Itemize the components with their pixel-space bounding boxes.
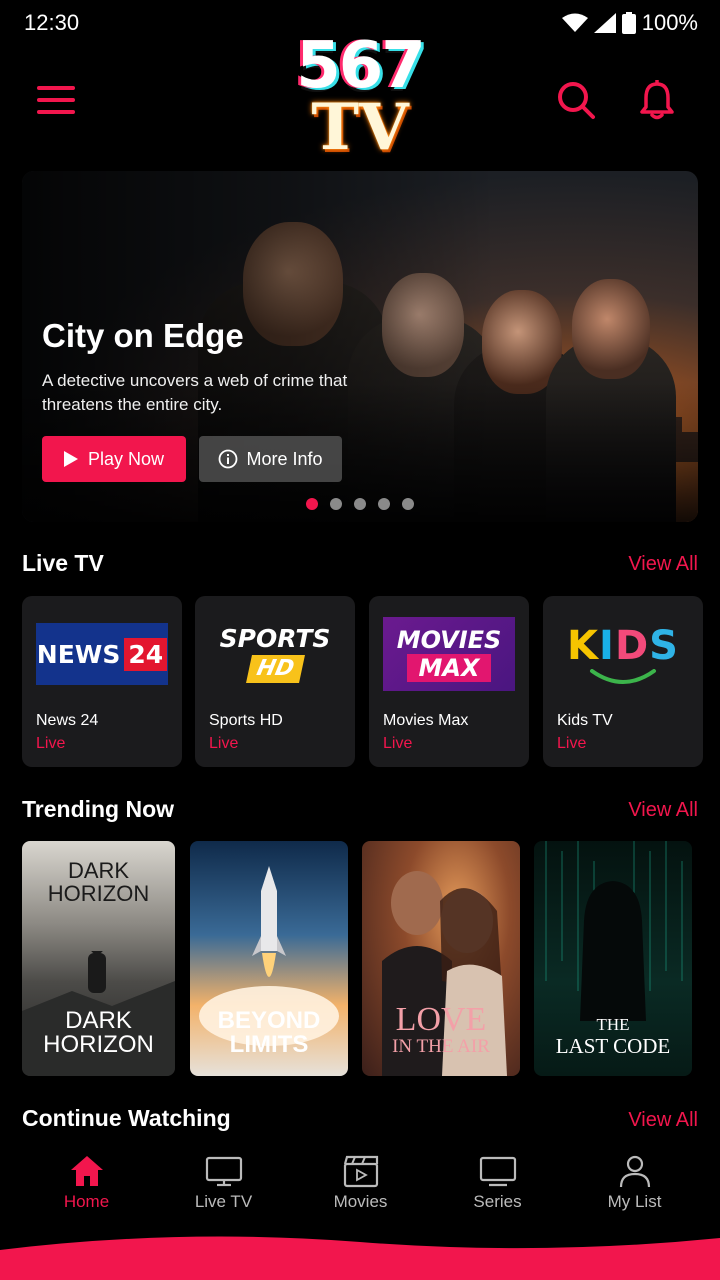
- logo-line-1: 567: [296, 29, 426, 103]
- continue-watching-view-all-link[interactable]: View All: [628, 1109, 698, 1132]
- trending-view-all-link[interactable]: View All: [628, 799, 698, 822]
- more-info-button[interactable]: More Info: [199, 436, 342, 482]
- search-icon: [558, 82, 595, 119]
- nav-item-home[interactable]: Home: [18, 1146, 155, 1236]
- battery-percent: 100%: [641, 10, 698, 35]
- channel-card-news-24[interactable]: NEWS 24 News 24 Live: [22, 596, 182, 767]
- poster-title: LOVE: [395, 1001, 487, 1038]
- status-time: 12:30: [24, 10, 80, 35]
- hero-banner[interactable]: City on Edge A detective uncovers a web …: [22, 171, 698, 522]
- nav-label: Live TV: [194, 1192, 253, 1211]
- channel-name: News 24: [36, 712, 99, 729]
- hero-title: City on Edge: [42, 317, 244, 354]
- nav-label: My List: [607, 1192, 662, 1211]
- search-button[interactable]: [550, 74, 602, 126]
- monitor-icon: [479, 1156, 516, 1187]
- carousel-dot[interactable]: [378, 498, 390, 510]
- nav-item-my-list[interactable]: My List: [566, 1146, 703, 1236]
- channel-name: Movies Max: [383, 712, 469, 729]
- sports-hd-logo: SPORTS HD: [219, 624, 331, 683]
- poster-title: DARK HORIZON: [43, 1007, 154, 1058]
- poster-title-top: THE: [596, 1015, 630, 1034]
- poster-beyond-limits[interactable]: BEYOND LIMITS: [190, 841, 348, 1076]
- channel-name: Sports HD: [209, 712, 283, 729]
- hero-description: A detective uncovers a web of crime that…: [42, 371, 348, 414]
- info-icon: [219, 449, 238, 469]
- signal-icon: [593, 13, 616, 33]
- bottom-wave-decoration: [0, 1236, 720, 1280]
- channel-name: Kids TV: [557, 712, 613, 729]
- live-status: Live: [36, 735, 66, 752]
- clapperboard-icon: [343, 1155, 378, 1188]
- live-tv-section-title: Live TV: [22, 550, 104, 576]
- nav-label: Movies: [333, 1192, 388, 1211]
- battery-icon: [621, 12, 636, 34]
- carousel-dot[interactable]: [330, 498, 342, 510]
- carousel-dot[interactable]: [354, 498, 366, 510]
- poster-title: LAST CODE: [555, 1034, 671, 1058]
- channel-card-sports-hd[interactable]: SPORTS HD Sports HD Live: [195, 596, 355, 767]
- play-now-button[interactable]: Play Now: [42, 436, 186, 482]
- nav-item-live-tv[interactable]: Live TV: [155, 1146, 292, 1236]
- movies-max-logo: MOVIES MAX: [381, 614, 517, 694]
- bell-icon: [640, 80, 674, 120]
- kids-logo-text: KIDS: [567, 623, 679, 669]
- live-tv-view-all-link[interactable]: View All: [628, 553, 698, 576]
- nav-item-series[interactable]: Series: [429, 1146, 566, 1236]
- channel-card-kids-tv[interactable]: KIDS Kids TV Live: [543, 596, 703, 767]
- live-status: Live: [557, 735, 587, 752]
- poster-subtitle: IN THE AIR: [392, 1036, 490, 1057]
- app-logo: 567 TV: [250, 34, 470, 164]
- play-icon: [63, 451, 78, 467]
- continue-watching-section-title: Continue Watching: [22, 1105, 231, 1131]
- live-status: Live: [209, 735, 239, 752]
- live-status: Live: [383, 735, 413, 752]
- nav-label: Series: [473, 1192, 522, 1211]
- trending-section-title: Trending Now: [22, 796, 175, 822]
- channel-card-movies-max[interactable]: MOVIES MAX Movies Max Live: [369, 596, 529, 767]
- more-info-label: More Info: [246, 448, 323, 469]
- nav-item-movies[interactable]: Movies: [292, 1146, 429, 1236]
- play-now-label: Play Now: [87, 448, 165, 469]
- poster-dark-horizon[interactable]: DARK HORIZON DARK HORIZON: [22, 841, 175, 1076]
- carousel-dot[interactable]: [306, 498, 318, 510]
- carousel-dot[interactable]: [402, 498, 414, 510]
- carousel-dots: [306, 498, 414, 510]
- tv-icon: [205, 1156, 242, 1187]
- poster-the-last-code[interactable]: THE LAST CODE: [534, 841, 692, 1076]
- wifi-icon: [561, 13, 588, 32]
- nav-label: Home: [63, 1192, 110, 1211]
- user-icon: [619, 1155, 650, 1188]
- bottom-navigation: Home Live TV Movies Series My List: [0, 1146, 720, 1236]
- status-icons: 100%: [561, 10, 698, 36]
- logo-line-2: TV: [311, 90, 409, 165]
- menu-icon: [37, 86, 75, 114]
- notifications-button[interactable]: [631, 74, 683, 126]
- kids-tv-logo: KIDS: [555, 614, 691, 694]
- news-24-logo: NEWS 24: [34, 614, 170, 694]
- poster-title: BEYOND LIMITS: [217, 1007, 321, 1058]
- poster-love-in-the-air[interactable]: LOVE IN THE AIR: [362, 841, 520, 1076]
- menu-button[interactable]: [30, 74, 82, 126]
- poster-title-top: DARK HORIZON: [47, 858, 150, 906]
- home-icon: [70, 1156, 103, 1186]
